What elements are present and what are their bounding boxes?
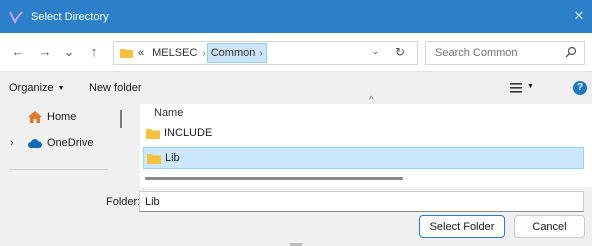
address-dropdown-icon[interactable]: ⌄ xyxy=(371,46,379,57)
expand-chevron-icon[interactable]: › xyxy=(10,137,14,149)
up-icon[interactable]: ↑ xyxy=(86,43,102,61)
folder-label: Folder: xyxy=(106,196,141,208)
item-name: INCLUDE xyxy=(164,127,213,139)
address-bar[interactable]: « MELSEC › Common › ⌄ ↻ xyxy=(113,41,418,65)
recent-locations-icon[interactable]: ⌄ xyxy=(61,43,77,61)
new-folder-button[interactable]: New folder xyxy=(89,82,142,94)
sidebar-item-label: Home xyxy=(47,111,77,123)
sidebar-item-home[interactable]: Home xyxy=(28,111,76,123)
column-header-name[interactable]: Name xyxy=(154,107,183,119)
search-placeholder: Search Common xyxy=(435,47,518,59)
folder-field[interactable]: Lib xyxy=(139,191,584,212)
folder-icon xyxy=(146,128,160,139)
view-caret-icon[interactable]: ▼ xyxy=(527,83,534,90)
back-icon[interactable]: ← xyxy=(10,43,26,61)
list-item-selected[interactable]: Lib xyxy=(143,147,584,169)
sidebar-item-label: OneDrive xyxy=(47,137,94,149)
navigation-bar: ← → ⌄ ↑ « MELSEC › Common › ⌄ ↻ Search Co… xyxy=(0,33,592,71)
sort-ascending-icon: ^ xyxy=(369,95,374,106)
refresh-icon[interactable]: ↻ xyxy=(395,45,405,59)
close-icon[interactable]: ✕ xyxy=(572,9,586,23)
horizontal-scrollbar[interactable] xyxy=(145,177,403,180)
breadcrumb-chevron-icon: › xyxy=(259,48,263,59)
help-icon[interactable]: ? xyxy=(573,81,587,95)
view-options-icon[interactable] xyxy=(510,83,522,93)
caret-down-icon: ▼ xyxy=(57,84,65,92)
file-list: ^ Name INCLUDE Lib xyxy=(140,95,592,187)
organize-label: Organize xyxy=(9,82,54,94)
cancel-button[interactable]: Cancel xyxy=(514,215,585,238)
cloud-icon xyxy=(28,138,42,148)
navigation-pane: Home › OneDrive xyxy=(0,104,140,187)
breadcrumb-common-label: Common xyxy=(210,47,256,59)
breadcrumb-common[interactable]: Common › xyxy=(206,43,267,63)
breadcrumb-overflow[interactable]: « xyxy=(138,47,144,59)
app-logo-icon xyxy=(9,10,23,24)
forward-icon[interactable]: → xyxy=(37,43,53,61)
list-item[interactable]: INCLUDE xyxy=(143,122,584,144)
pane-splitter[interactable] xyxy=(120,110,122,128)
search-box[interactable]: Search Common xyxy=(425,41,585,65)
item-name: Lib xyxy=(165,152,180,164)
breadcrumb-melsec[interactable]: MELSEC xyxy=(152,47,197,59)
home-icon xyxy=(28,111,42,123)
folder-icon xyxy=(120,49,133,58)
command-bar: Organize ▼ New folder ▼ ? xyxy=(0,71,592,104)
dialog-footer: Folder: Lib Select Folder Cancel xyxy=(0,187,592,246)
sidebar-divider xyxy=(9,169,108,170)
sidebar-item-onedrive[interactable]: › OneDrive xyxy=(10,137,94,149)
folder-icon xyxy=(147,153,161,164)
organize-menu[interactable]: Organize ▼ xyxy=(9,82,65,94)
breadcrumb-separator-icon: › xyxy=(202,47,206,59)
window-title: Select Directory xyxy=(31,10,109,23)
select-folder-button[interactable]: Select Folder xyxy=(419,215,505,238)
title-bar: Select Directory ✕ xyxy=(0,0,592,33)
search-icon[interactable] xyxy=(565,46,577,58)
